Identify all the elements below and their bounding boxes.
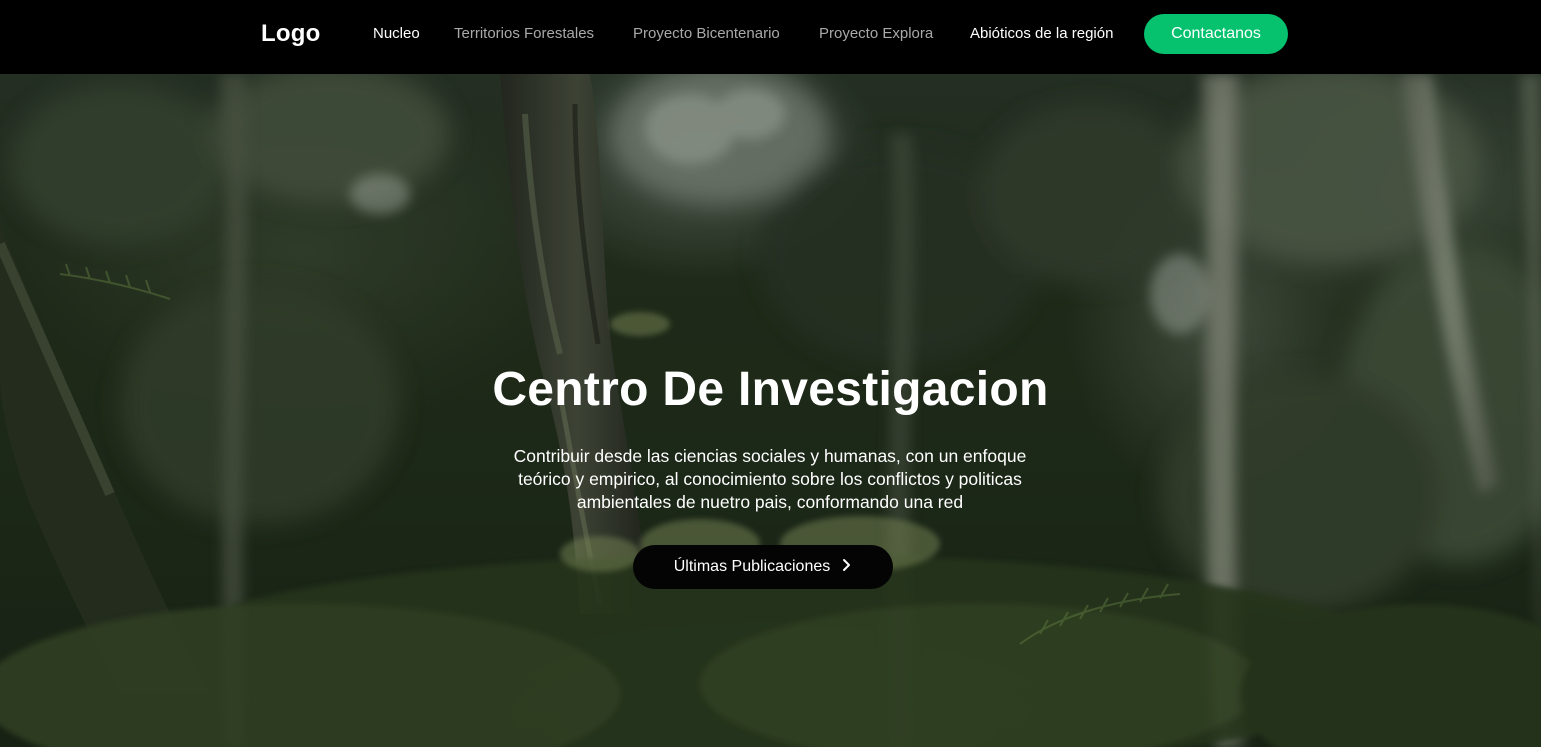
page: Logo Nucleo Territorios Forestales Proye… xyxy=(0,0,1541,747)
navbar: Logo Nucleo Territorios Forestales Proye… xyxy=(0,0,1541,74)
nav-link-proyecto-bicentenario[interactable]: Proyecto Bicentenario xyxy=(633,25,780,42)
nav-link-proyecto-explora[interactable]: Proyecto Explora xyxy=(819,25,933,42)
nav-link-abioticos[interactable]: Abióticos de la región xyxy=(970,25,1113,42)
logo[interactable]: Logo xyxy=(261,20,320,48)
nav-link-territorios-forestales[interactable]: Territorios Forestales xyxy=(454,25,594,42)
hero-title: Centro De Investigacion xyxy=(492,363,1049,416)
chevron-right-icon xyxy=(842,558,852,576)
hero-section: Centro De Investigacion Contribuir desde… xyxy=(0,74,1541,747)
latest-publications-button[interactable]: Últimas Publicaciones xyxy=(633,545,893,589)
hero-description-line: teórico y empirico, al conocimiento sobr… xyxy=(518,469,1022,489)
hero-description: Contribuir desde las ciencias sociales y… xyxy=(470,445,1070,514)
latest-publications-label: Últimas Publicaciones xyxy=(673,558,831,575)
hero-description-line: Contribuir desde las ciencias sociales y… xyxy=(513,446,1027,466)
hero-description-line: ambientales de nuetro pais, conformando … xyxy=(576,492,964,512)
contact-button[interactable]: Contactanos xyxy=(1144,14,1288,54)
nav-link-nucleo[interactable]: Nucleo xyxy=(373,25,420,42)
